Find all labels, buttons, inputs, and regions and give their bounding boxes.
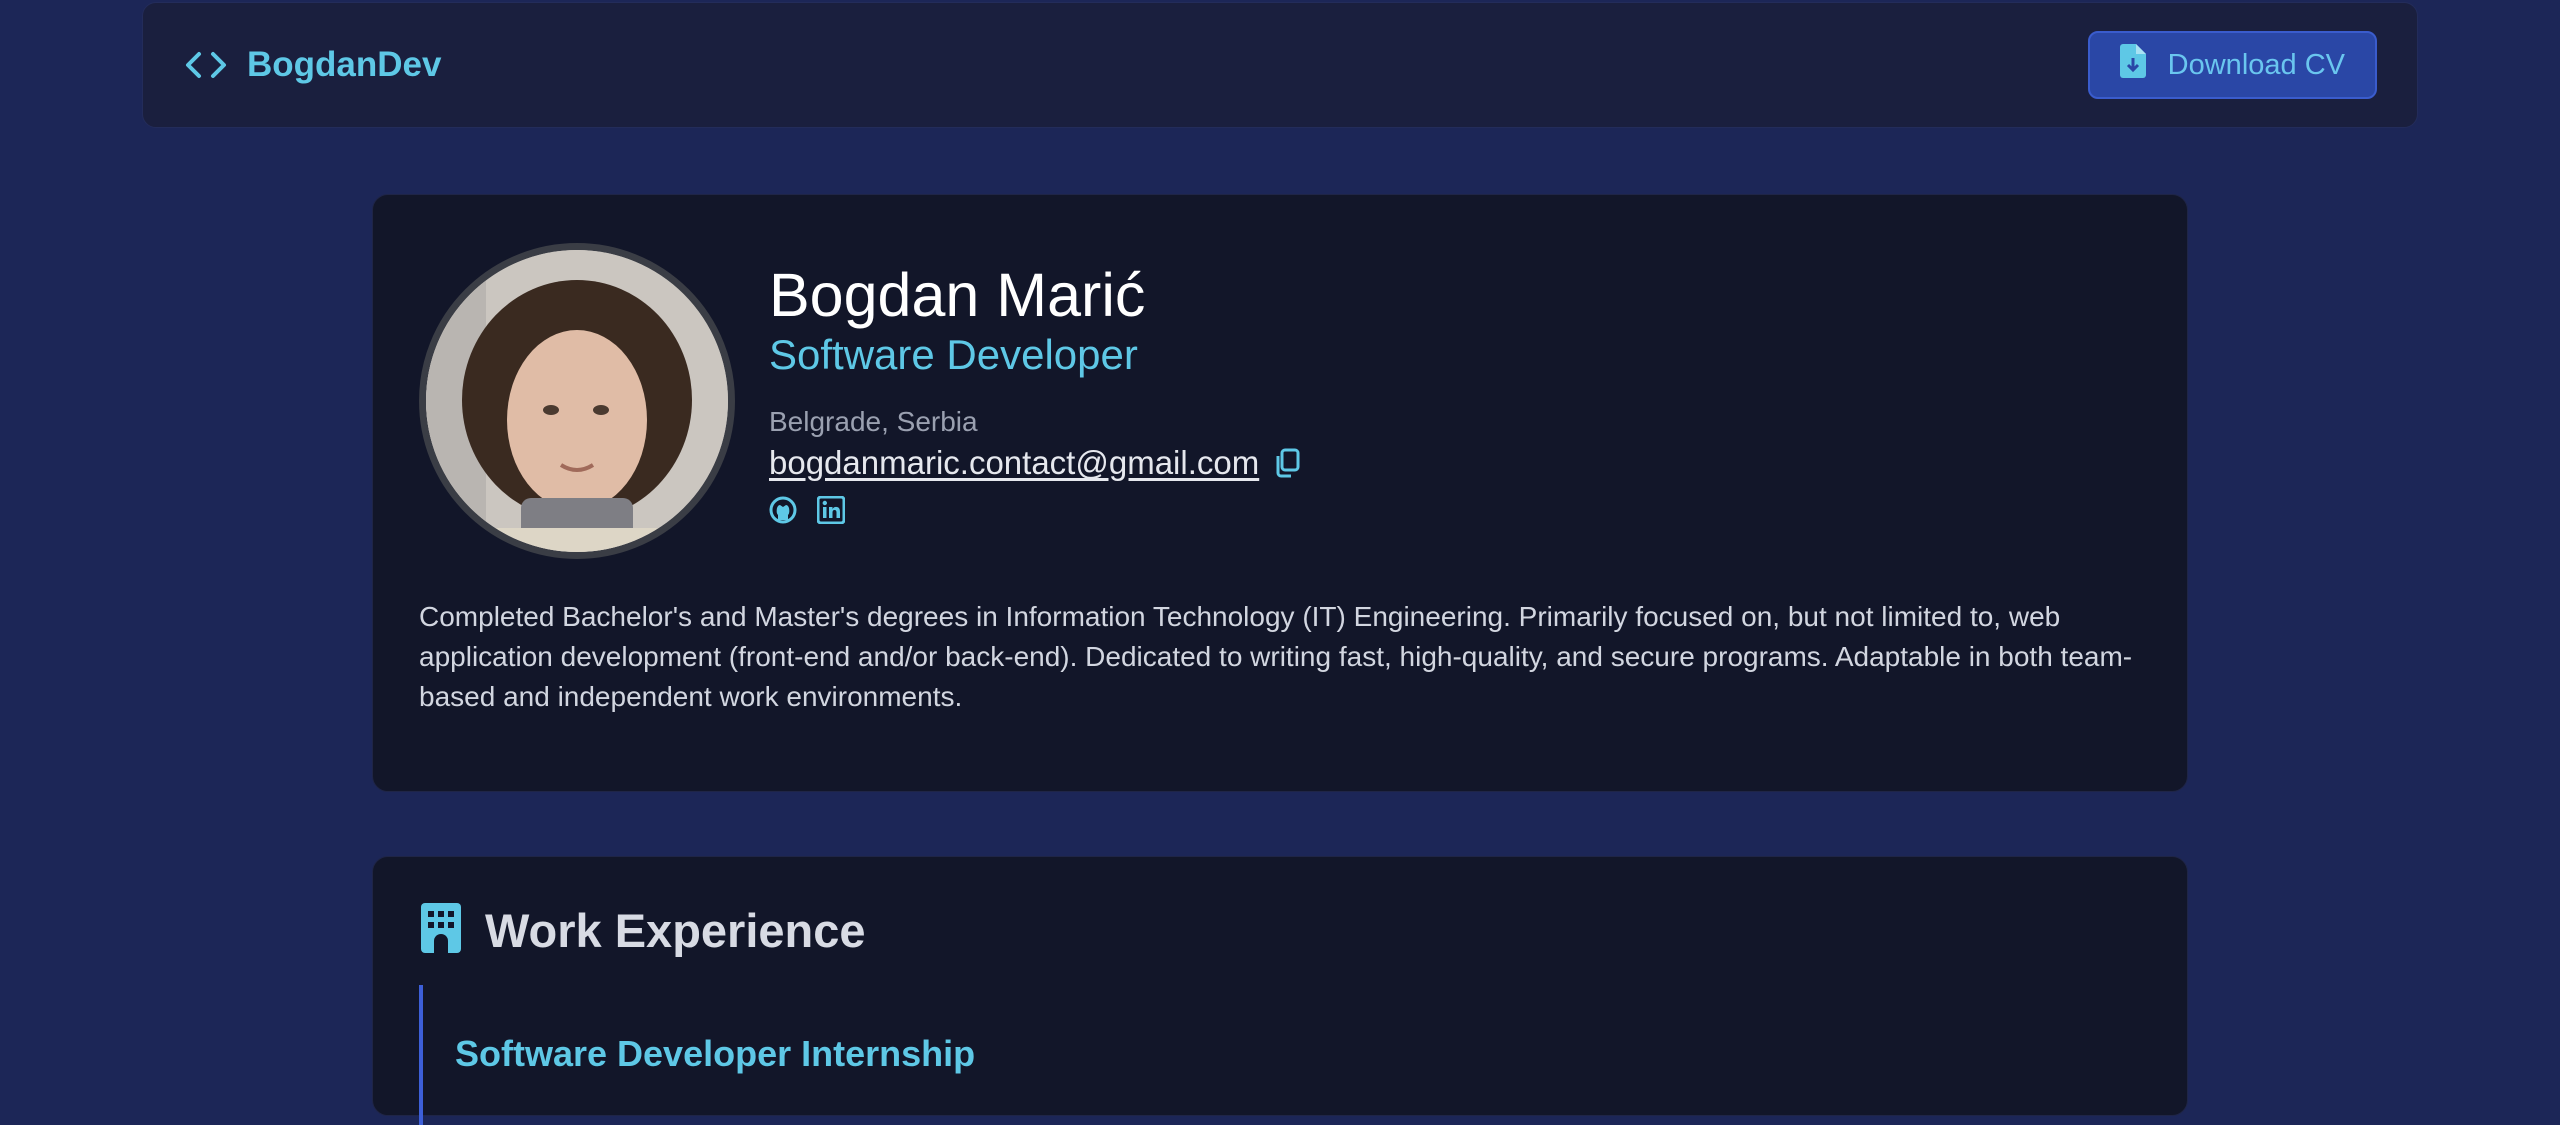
avatar xyxy=(419,243,735,559)
work-experience-header: Work Experience xyxy=(421,903,866,958)
job-title: Software Developer Internship xyxy=(455,1033,976,1074)
top-navbar: BogdanDev Download CV xyxy=(142,2,2418,128)
download-cv-label: Download CV xyxy=(2167,48,2345,81)
work-experience-card: Work Experience Software Developer Inter… xyxy=(372,856,2188,1125)
profile-location: Belgrade, Serbia xyxy=(769,406,978,438)
profile-card: Bogdan Marić Software Developer Belgrade… xyxy=(372,194,2188,792)
linkedin-icon[interactable] xyxy=(817,496,845,525)
email-link[interactable]: bogdanmaric.contact@gmail.com xyxy=(769,444,1259,482)
code-icon xyxy=(185,50,227,80)
social-links xyxy=(769,496,1301,525)
building-icon xyxy=(421,903,461,958)
github-icon[interactable] xyxy=(769,496,797,524)
copy-icon[interactable] xyxy=(1273,448,1301,478)
file-download-icon xyxy=(2119,44,2146,86)
profile-role: Software Developer xyxy=(769,331,1138,378)
download-cv-button[interactable]: Download CV xyxy=(2087,31,2377,99)
brand-name: BogdanDev xyxy=(247,45,442,84)
timeline-line xyxy=(419,985,423,1125)
work-experience-title: Work Experience xyxy=(485,904,866,957)
profile-name: Bogdan Marić xyxy=(769,261,1146,329)
brand-link[interactable]: BogdanDev xyxy=(185,45,441,85)
email-row: bogdanmaric.contact@gmail.com xyxy=(769,444,1301,482)
profile-info: Bogdan Marić Software Developer Belgrade… xyxy=(769,261,1301,525)
profile-bio: Completed Bachelor's and Master's degree… xyxy=(419,601,2133,712)
